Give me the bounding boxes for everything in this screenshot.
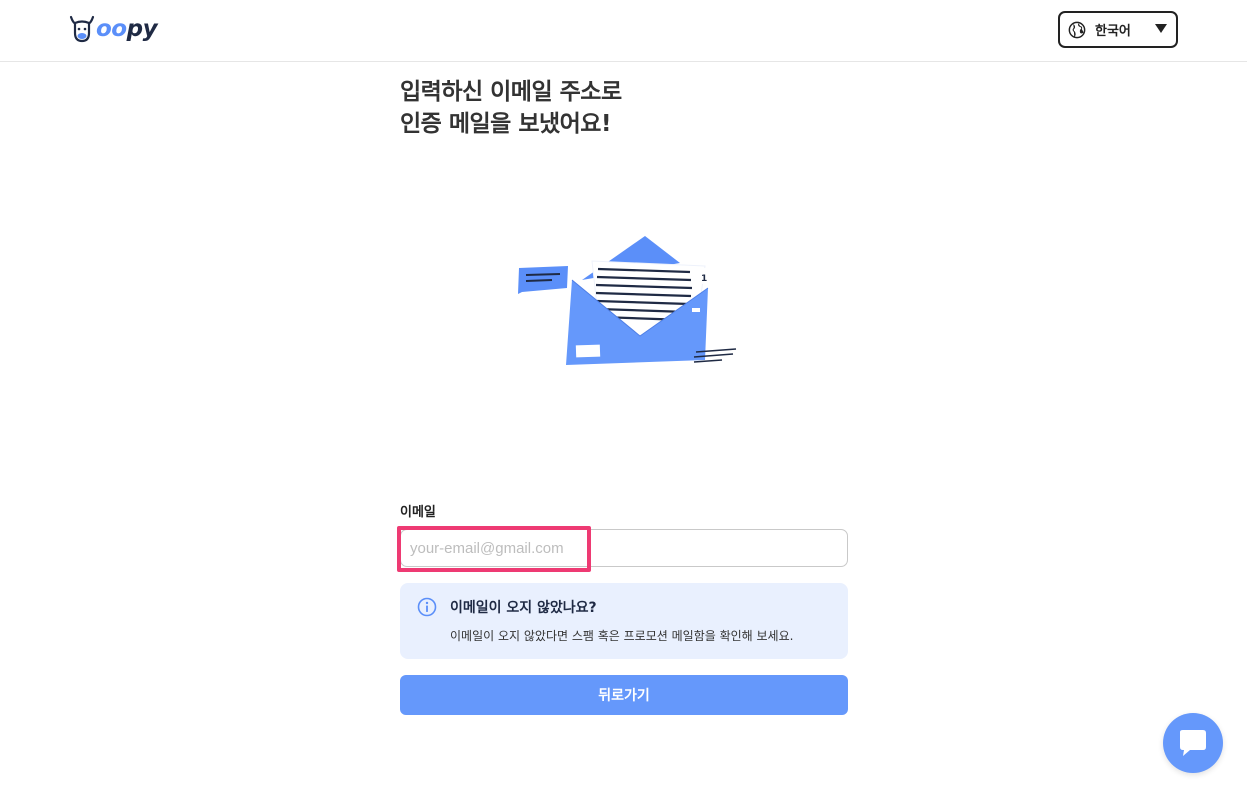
chat-button[interactable] [1163, 713, 1223, 773]
chat-bubble-icon [1180, 730, 1206, 756]
open-envelope-illustration: 1 [518, 236, 737, 365]
language-label: 한국어 [1095, 24, 1131, 39]
hoopy-logo[interactable]: oopy [69, 13, 158, 45]
caret-down-icon [1155, 24, 1167, 33]
email-input[interactable] [400, 529, 848, 567]
title-line-2: 인증 메일을 보냈어요! [400, 111, 611, 137]
notice-body: 이메일이 오지 않았다면 스팸 혹은 프로모션 메일함을 확인해 보세요. [450, 629, 794, 643]
back-button[interactable]: 뒤로가기 [400, 675, 848, 715]
logo-text-py: py [126, 16, 158, 42]
email-not-received-notice: 이메일이 오지 않았나요? 이메일이 오지 않았다면 스팸 혹은 프로모션 메일… [400, 583, 848, 659]
globe-icon [1068, 21, 1086, 38]
email-label: 이메일 [400, 505, 436, 520]
svg-text:1: 1 [701, 274, 707, 284]
page-title: 입력하신 이메일 주소로 인증 메일을 보냈어요! [400, 76, 848, 140]
top-bar: oopy 한국어 [0, 0, 1247, 62]
logo-text-oo: oo [96, 16, 127, 42]
logo-text: oopy [96, 13, 158, 45]
title-line-1: 입력하신 이메일 주소로 [400, 79, 622, 105]
notice-title: 이메일이 오지 않았나요? [450, 600, 597, 616]
language-selector[interactable]: 한국어 [1058, 11, 1178, 48]
cow-head-icon [69, 15, 95, 43]
info-icon [417, 597, 437, 617]
